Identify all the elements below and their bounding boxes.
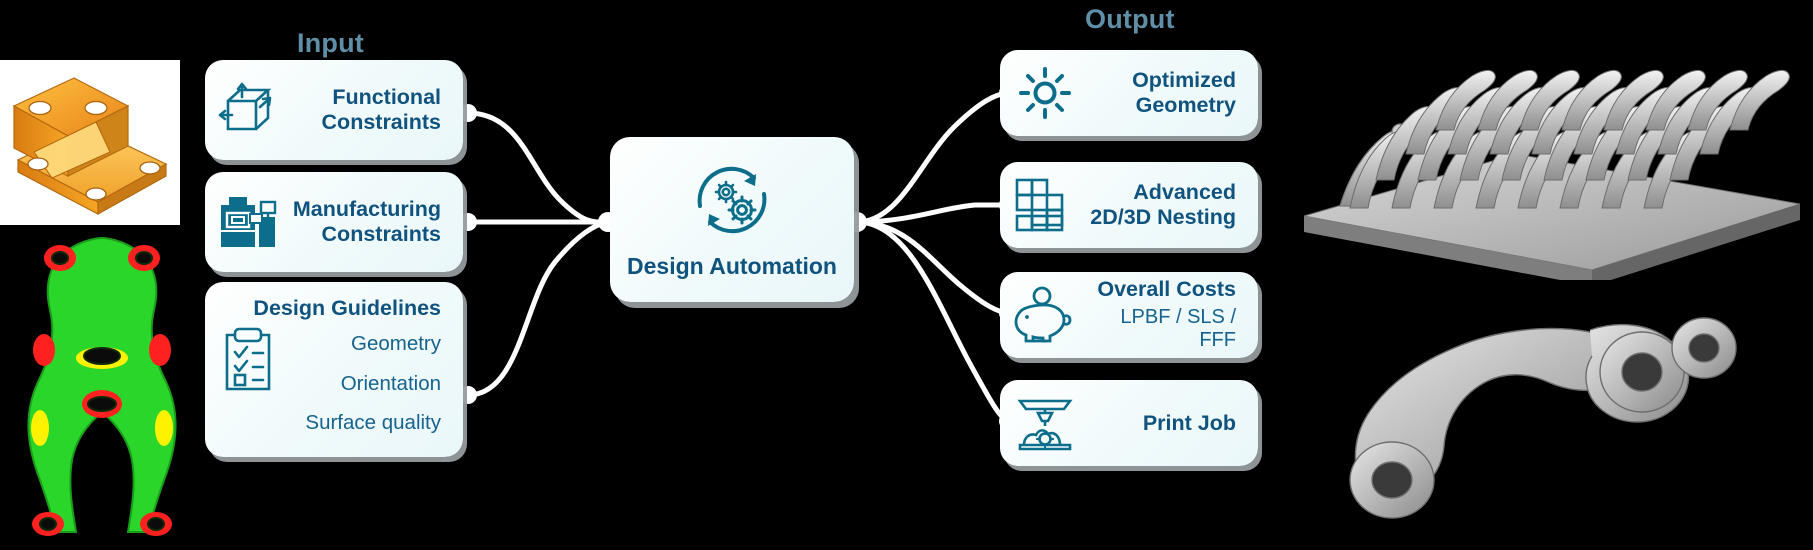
card-label: Overall Costs LPBF / SLS / FFF: [1090, 277, 1258, 352]
cad-bracket-graphic: [0, 60, 180, 225]
card-line-2: 2D/3D Nesting: [1090, 205, 1236, 229]
guideline-item: Surface quality: [305, 411, 441, 434]
gear-icon: [1000, 65, 1090, 121]
hub-label: Design Automation: [627, 252, 837, 279]
nesting-blocks-icon: [1000, 176, 1090, 234]
card-advanced-nesting[interactable]: Advanced 2D/3D Nesting: [1000, 162, 1258, 248]
cube-arrows-icon: [205, 81, 291, 139]
card-label: Print Job: [1090, 411, 1258, 436]
fea-topology-graphic: [27, 236, 177, 536]
cycle-gears-icon: [684, 160, 780, 245]
guidelines-list: Geometry Orientation Surface quality: [291, 325, 463, 444]
guidelines-title: Design Guidelines: [253, 296, 441, 320]
cad-bracket-image: [0, 60, 180, 225]
card-line-1: Optimized: [1132, 68, 1236, 93]
fea-topology-image: [10, 232, 195, 537]
card-line-1: Advanced: [1133, 180, 1236, 205]
machine-icon: [205, 193, 291, 251]
card-functional-constraints[interactable]: Functional Constraints: [205, 60, 463, 160]
piggy-bank-icon: [1000, 286, 1090, 344]
build-plate-graphic: [1303, 69, 1801, 280]
guideline-item: Geometry: [351, 332, 441, 355]
guideline-item: Orientation: [340, 371, 441, 395]
checklist-clipboard-icon: [205, 325, 291, 393]
card-line-1: Manufacturing: [292, 197, 441, 222]
card-design-guidelines[interactable]: Design Guidelines Geometry Orientation S…: [205, 282, 463, 457]
card-label: Manufacturing Constraints: [291, 197, 463, 247]
printed-part-image: [1290, 290, 1790, 540]
output-section-header: Output: [1085, 4, 1175, 34]
card-label: Functional Constraints: [291, 85, 463, 135]
diagram-canvas: Input Output Functional Constraints Manu…: [0, 0, 1813, 550]
card-subtext: LPBF / SLS / FFF: [1120, 306, 1236, 352]
card-line-1: Print Job: [1142, 410, 1236, 435]
card-optimized-geometry[interactable]: Optimized Geometry: [1000, 50, 1258, 136]
card-print-job[interactable]: Print Job: [1000, 380, 1258, 466]
card-manufacturing-constraints[interactable]: Manufacturing Constraints: [205, 172, 463, 272]
printer-nozzle-icon: [1000, 393, 1090, 453]
card-overall-costs[interactable]: Overall Costs LPBF / SLS / FFF: [1000, 272, 1258, 358]
input-section-header: Input: [297, 28, 364, 58]
card-line-1: Overall Costs: [1097, 277, 1236, 302]
hub-design-automation[interactable]: Design Automation: [610, 137, 854, 302]
card-label: Advanced 2D/3D Nesting: [1090, 180, 1258, 230]
card-line-2: Constraints: [321, 110, 441, 134]
card-line-2: Geometry: [1135, 93, 1236, 117]
card-line-1: Functional: [332, 85, 441, 110]
printed-part-graphic: [1349, 317, 1737, 519]
card-line-2: Constraints: [321, 222, 441, 246]
build-plate-image: [1280, 48, 1810, 280]
card-label: Optimized Geometry: [1090, 68, 1258, 118]
